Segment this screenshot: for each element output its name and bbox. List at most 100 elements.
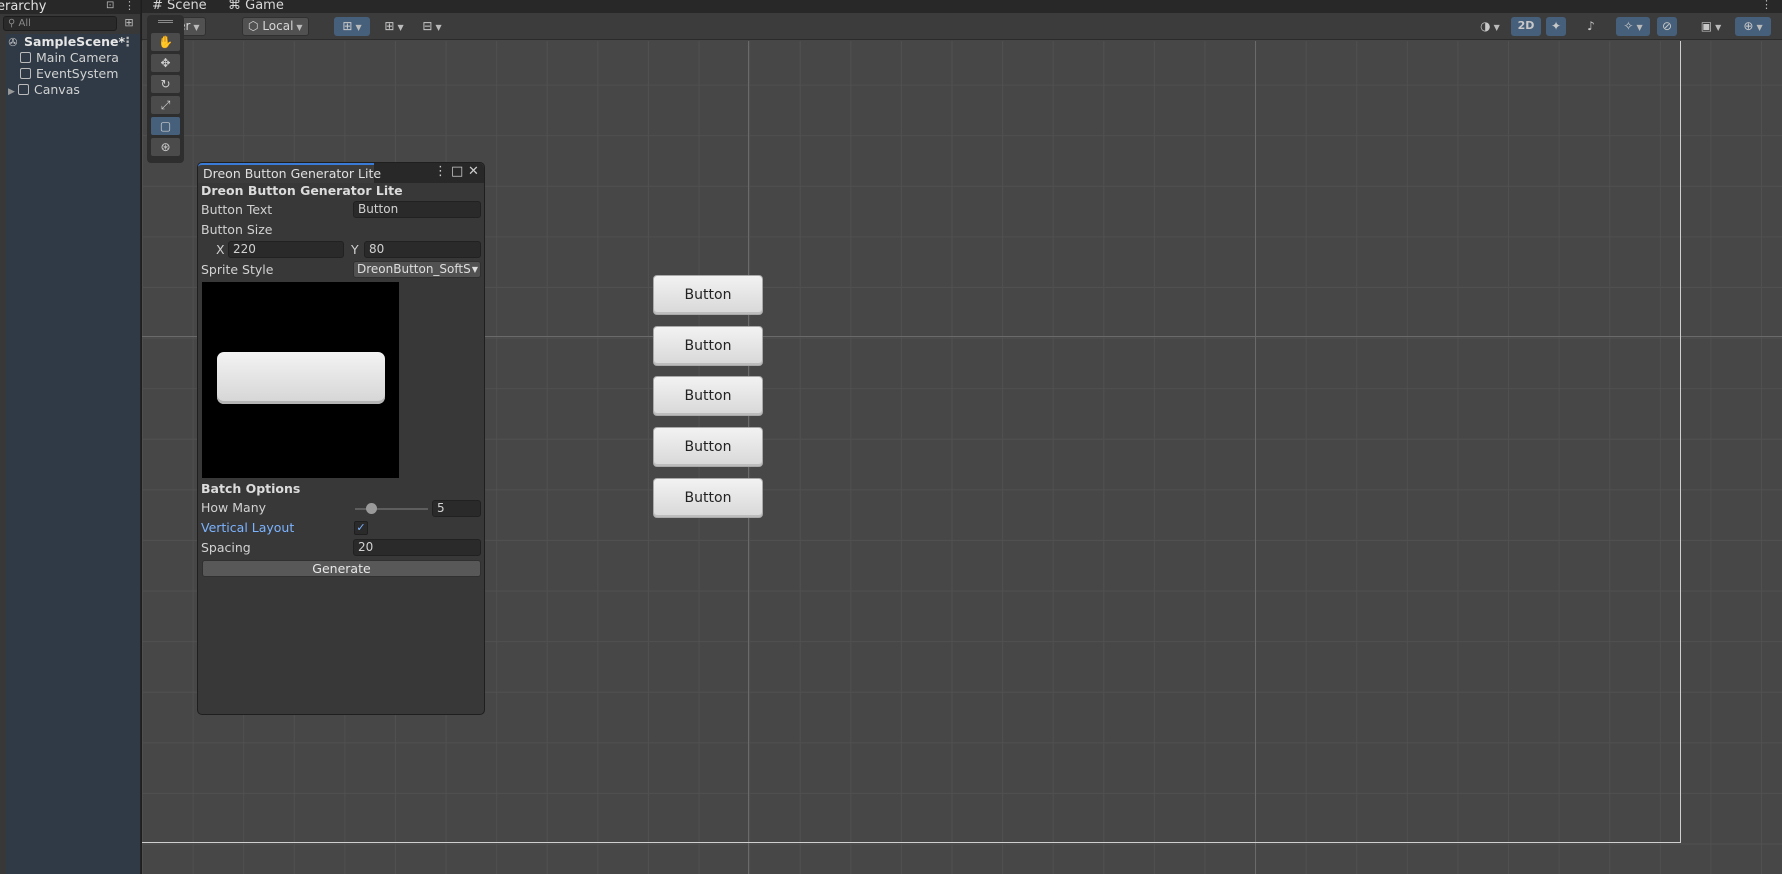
expand-arrow-icon[interactable]: ▶ (8, 84, 18, 100)
scene-menu-icon[interactable]: ⋮ (122, 34, 135, 50)
scene-name: SampleScene* (24, 34, 125, 49)
size-x-field[interactable]: 220 (228, 241, 344, 258)
grid-axis-line (1255, 41, 1256, 874)
snap-icon: ⊞ (384, 19, 395, 33)
eye-hidden-icon: ⊘ (1661, 19, 1673, 33)
hierarchy-search-input[interactable]: ⚲ All (3, 16, 117, 31)
unity-scene-icon: ✇ (8, 36, 18, 49)
more-menu-icon[interactable]: ⋮ (1761, 0, 1772, 11)
hand-icon: ✋ (158, 35, 173, 49)
chevron-down-icon: ▼ (471, 265, 478, 274)
drag-handle[interactable] (158, 20, 173, 23)
how-many-field[interactable]: 5 (432, 500, 481, 517)
rotate-tool[interactable]: ↻ (151, 75, 180, 93)
gameobject-icon (20, 68, 31, 79)
chevron-down-icon: ▼ (1715, 23, 1722, 32)
effects-icon: ✧ (1623, 19, 1634, 33)
gameobject-icon (18, 84, 29, 95)
canvas-bounds (142, 842, 1681, 843)
close-icon[interactable]: ✕ (468, 164, 479, 179)
hierarchy-scene-row[interactable]: ✇ SampleScene* ⋮ (6, 34, 140, 874)
tool-palette: ✋ ✥ ↻ ⤢ ▢ ⊛ (147, 15, 184, 163)
scene-visibility-toggle[interactable]: ⊘ (1657, 17, 1677, 36)
window-tab[interactable]: Dreon Button Generator Lite (198, 163, 381, 183)
hierarchy-tab[interactable]: erarchy ⊡ ⋮ (0, 0, 140, 14)
space-dropdown[interactable]: ⬡ Local ▼ (242, 17, 309, 36)
chevron-down-icon: ▼ (1756, 23, 1763, 32)
hierarchy-item-canvas[interactable]: ▶ Canvas (8, 82, 80, 98)
transform-tool[interactable]: ⊛ (151, 138, 180, 156)
rect-tool[interactable]: ▢ (151, 117, 180, 135)
tab-game[interactable]: ⌘ Game (228, 0, 284, 13)
scene-button[interactable]: Button (653, 478, 763, 518)
chevron-down-icon: ▼ (296, 23, 303, 32)
mode-2d-toggle[interactable]: 2D (1511, 17, 1541, 36)
sprite-style-value: DreonButton_SoftS (357, 262, 471, 276)
scene-button[interactable]: Button (653, 427, 763, 467)
chevron-down-icon: ▼ (1493, 23, 1500, 32)
batch-options-heading: Batch Options (201, 481, 301, 496)
maximize-icon[interactable]: □ (451, 164, 463, 179)
scene-tabbar: # Scene ⌘ Game ⋮ (142, 0, 1782, 13)
generate-button[interactable]: Generate (202, 560, 481, 577)
transform-icon: ⊛ (160, 140, 171, 154)
lighting-toggle[interactable]: ✦ (1546, 17, 1566, 36)
audio-toggle[interactable]: ♪ (1581, 17, 1601, 36)
add-icon[interactable]: ⊞ (121, 16, 137, 31)
shading-icon: ◑ (1480, 19, 1491, 33)
vertical-layout-label: Vertical Layout (201, 520, 295, 535)
grid-snap-toggle[interactable]: ⊞ ▼ (334, 17, 370, 36)
camera-dropdown[interactable]: ▣ ▼ (1694, 17, 1728, 36)
vertical-layout-checkbox[interactable]: ✓ (354, 521, 368, 535)
size-y-label: Y (351, 242, 359, 257)
chevron-down-icon: ▼ (435, 23, 442, 32)
effects-dropdown[interactable]: ✧ ▼ (1616, 17, 1650, 36)
move-tool[interactable]: ✥ (151, 54, 180, 72)
scene-toolbar: Center▼ ⬡ Local▼ ⊞▼ ⊞▼ ⊟▼ ◑▼ 2D ✦ ♪ ✧▼ ⊘… (142, 13, 1782, 40)
window-tabbar: Dreon Button Generator Lite ⋮ □ ✕ (198, 163, 484, 183)
more-menu-icon[interactable]: ⋮ (124, 0, 135, 12)
chevron-down-icon: ▼ (397, 23, 404, 32)
button-size-label: Button Size (201, 222, 273, 237)
window-heading: Dreon Button Generator Lite (201, 183, 403, 198)
spacing-field[interactable]: 20 (353, 539, 481, 556)
hierarchy-item-main-camera[interactable]: Main Camera (20, 50, 119, 66)
rect-transform-icon: ▢ (159, 119, 172, 133)
button-text-label: Button Text (201, 202, 273, 217)
space-label: Local (262, 19, 294, 33)
size-x-label: X (216, 242, 225, 257)
button-generator-window: Dreon Button Generator Lite ⋮ □ ✕ Dreon … (197, 162, 485, 715)
grid-visibility-toggle[interactable]: ⊟ ▼ (414, 17, 450, 36)
how-many-slider-handle[interactable] (366, 503, 377, 514)
gizmos-icon: ⊕ (1743, 19, 1754, 33)
canvas-bounds (1680, 41, 1681, 843)
scene-button[interactable]: Button (653, 275, 763, 315)
grid-snap-icon: ⊞ (342, 19, 353, 33)
tab-scene[interactable]: # Scene (152, 0, 207, 13)
gamepad-icon: ⌘ (228, 0, 241, 13)
item-label: Main Camera (36, 50, 119, 65)
hierarchy-title: erarchy (0, 0, 47, 14)
item-label: EventSystem (36, 66, 119, 81)
gizmos-dropdown[interactable]: ⊕ ▼ (1735, 17, 1771, 36)
move-icon: ✥ (160, 56, 171, 70)
more-menu-icon[interactable]: ⋮ (434, 164, 447, 179)
audio-mute-icon: ♪ (1587, 19, 1595, 33)
button-text-field[interactable]: Button (353, 201, 481, 218)
lock-icon[interactable]: ⊡ (106, 0, 114, 11)
chevron-down-icon: ▼ (355, 23, 362, 32)
tab-label: Game (245, 0, 284, 13)
scene-button[interactable]: Button (653, 376, 763, 416)
size-y-field[interactable]: 80 (364, 241, 481, 258)
chevron-down-icon: ▼ (193, 23, 200, 32)
draw-mode-dropdown[interactable]: ◑ ▼ (1472, 17, 1508, 36)
sprite-style-label: Sprite Style (201, 262, 274, 277)
scene-button[interactable]: Button (653, 326, 763, 366)
checkmark-icon: ✓ (356, 521, 366, 534)
hierarchy-item-event-system[interactable]: EventSystem (20, 66, 118, 82)
increment-snap-toggle[interactable]: ⊞ ▼ (376, 17, 412, 36)
sprite-style-dropdown[interactable]: DreonButton_SoftS ▼ (353, 261, 481, 278)
hand-tool[interactable]: ✋ (151, 33, 180, 51)
tab-label: Scene (167, 0, 207, 13)
scale-tool[interactable]: ⤢ (151, 96, 180, 114)
